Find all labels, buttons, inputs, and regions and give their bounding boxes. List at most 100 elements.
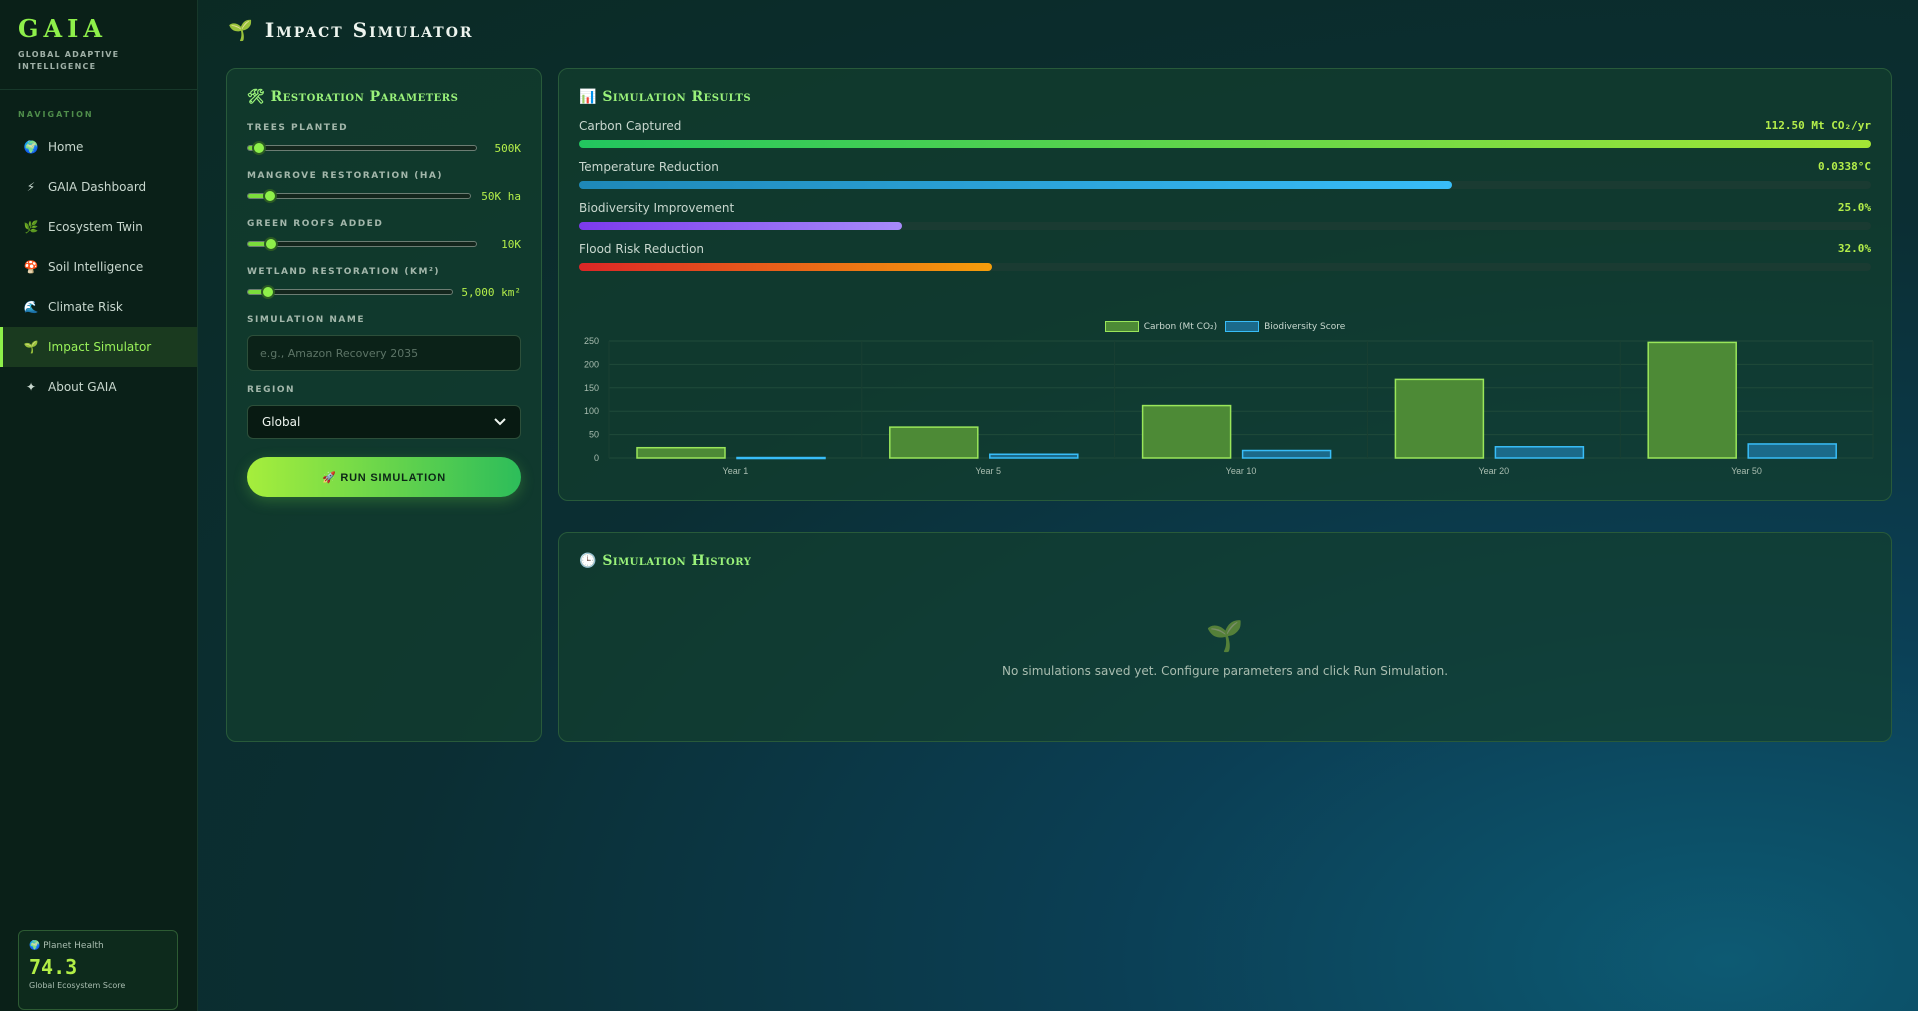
slider-value: 5,000 km² <box>461 285 521 299</box>
sidebar: GAIA GLOBAL ADAPTIVE INTELLIGENCE NAVIGA… <box>0 0 198 1011</box>
metric-row: Temperature Reduction 0.0338°C <box>579 160 1871 189</box>
page-title: 🌱 Impact Simulator <box>228 18 474 42</box>
bar-carbon <box>1647 341 1737 459</box>
slider-track[interactable] <box>247 141 477 155</box>
x-tick-label: Year 1 <box>723 466 749 476</box>
slider-label: Trees Planted <box>247 123 349 133</box>
y-tick-label: 250 <box>584 336 599 346</box>
planet-health-card: 🌍 Planet Health 74.3 Global Ecosystem Sc… <box>18 930 178 1010</box>
simulation-history-card: 🕒 Simulation History 🌱 No simulations sa… <box>558 532 1892 742</box>
metric-label: Carbon Captured <box>579 119 682 133</box>
metric-bar-track <box>579 222 1871 230</box>
chart-legend: Carbon (Mt CO₂) Biodiversity Score <box>559 321 1891 332</box>
bar-biodiversity <box>1494 446 1585 459</box>
metric-list: Carbon Captured 112.50 Mt CO₂/yr Temperatu… <box>579 119 1871 271</box>
seedling-icon: 🌱 <box>1206 619 1244 654</box>
card-title: 🕒 Simulation History <box>579 553 752 569</box>
sidebar-item-home[interactable]: 🌍 Home <box>0 127 197 167</box>
sidebar-item-soil-intelligence[interactable]: 🍄 Soil Intelligence <box>0 247 197 287</box>
sidebar-item-label: Climate Risk <box>48 300 123 314</box>
metric-bar-track <box>579 263 1871 271</box>
x-tick-label: Year 10 <box>1226 466 1257 476</box>
sidebar-item-label: Ecosystem Twin <box>48 220 143 234</box>
globe-icon: 🌍 <box>23 140 39 154</box>
slider-group: Mangrove Restoration (ha) 50K ha <box>247 171 521 205</box>
slider-group: Wetland Restoration (km²) 5,000 km² <box>247 267 521 301</box>
y-tick-label: 200 <box>584 359 599 369</box>
bar-biodiversity <box>989 453 1079 459</box>
sidebar-item-label: Home <box>48 140 84 154</box>
sidebar-item-label: GAIA Dashboard <box>48 180 147 194</box>
seedling-icon: 🌱 <box>23 340 39 354</box>
metric-bar-track <box>579 140 1871 148</box>
region-group: Region Global <box>247 385 521 439</box>
region-value: Global <box>262 415 301 429</box>
sidebar-item-impact-simulator[interactable]: 🌱 Impact Simulator <box>0 327 197 367</box>
planet-health-value: 74.3 <box>29 955 78 979</box>
slider-thumb[interactable] <box>261 285 276 299</box>
metric-head: Flood Risk Reduction 32.0% <box>579 242 1871 256</box>
planet-health-sub: Global Ecosystem Score <box>29 981 126 990</box>
metric-bar-fill <box>579 140 1871 148</box>
sidebar-item-gaia-dashboard[interactable]: ⚡ GAIA Dashboard <box>0 167 197 207</box>
region-select[interactable]: Global <box>247 405 521 439</box>
restoration-parameters-card: 🛠 Restoration Parameters Trees Planted 50… <box>226 68 542 742</box>
metric-row: Flood Risk Reduction 32.0% <box>579 242 1871 271</box>
metric-bar-fill <box>579 222 902 230</box>
mushroom-icon: 🍄 <box>23 260 39 274</box>
metric-bar-fill <box>579 181 1453 189</box>
legend-swatch <box>1225 321 1260 332</box>
clock-icon: 🕒 <box>579 553 597 569</box>
slider-label: Green Roofs Added <box>247 219 384 229</box>
metric-value: 25.0% <box>1837 201 1871 214</box>
empty-state: 🌱 No simulations saved yet. Configure pa… <box>579 619 1871 678</box>
simulation-name-group: Simulation Name <box>247 315 521 371</box>
tools-icon: 🛠 <box>247 89 266 105</box>
metric-label: Temperature Reduction <box>579 160 719 174</box>
card-title: 📊 Simulation Results <box>579 89 752 105</box>
x-tick-label: Year 5 <box>975 466 1001 476</box>
sidebar-item-label: Soil Intelligence <box>48 260 144 274</box>
slider-group: Green Roofs Added 10K <box>247 219 521 253</box>
slider-value: 10K <box>501 237 521 251</box>
globe-icon: 🌍 <box>29 941 41 951</box>
sidebar-item-label: Impact Simulator <box>48 340 152 354</box>
sidebar-item-ecosystem-twin[interactable]: 🌿 Ecosystem Twin <box>0 207 197 247</box>
slider-list: Trees Planted 500K Mangrove Restoration (h… <box>247 123 521 301</box>
slider-thumb[interactable] <box>263 189 278 203</box>
legend-item[interactable]: Biodiversity Score <box>1225 321 1345 332</box>
sidebar-item-climate-risk[interactable]: 🌊 Climate Risk <box>0 287 197 327</box>
chart-icon: 📊 <box>579 89 597 105</box>
simulation-name-label: Simulation Name <box>247 315 366 325</box>
bar-carbon <box>636 446 726 459</box>
sidebar-item-about-gaia[interactable]: ✦ About GAIA <box>0 367 197 407</box>
brand: GAIA GLOBAL ADAPTIVE INTELLIGENCE <box>0 0 197 90</box>
brand-subtitle: GLOBAL ADAPTIVE INTELLIGENCE <box>18 50 120 71</box>
slider-track[interactable] <box>247 285 453 299</box>
slider-row: 5,000 km² <box>247 283 521 301</box>
nav-list: 🌍 Home ⚡ GAIA Dashboard 🌿 Ecosystem Twin 🍄 Soil… <box>0 127 197 407</box>
legend-swatch <box>1104 321 1139 332</box>
brand-title[interactable]: GAIA <box>18 14 179 43</box>
simulation-name-input[interactable] <box>247 335 521 371</box>
metric-bar-track <box>579 181 1871 189</box>
slider-thumb[interactable] <box>252 141 267 155</box>
planet-health-label: 🌍 Planet Health <box>29 941 104 951</box>
legend-item[interactable]: Carbon (Mt CO₂) <box>1104 321 1217 332</box>
run-simulation-button[interactable]: 🚀 RUN SIMULATION <box>247 457 521 497</box>
bar-biodiversity <box>1241 449 1332 459</box>
metric-value: 112.50 Mt CO₂/yr <box>1765 119 1871 132</box>
region-label: Region <box>247 385 295 395</box>
bar-carbon <box>889 426 979 459</box>
slider-track[interactable] <box>247 237 477 251</box>
metric-head: Carbon Captured 112.50 Mt CO₂/yr <box>579 119 1871 133</box>
x-tick-label: Year 50 <box>1731 466 1762 476</box>
seedling-icon: 🌱 <box>228 18 255 42</box>
slider-track[interactable] <box>247 189 471 203</box>
sidebar-item-label: About GAIA <box>48 380 117 394</box>
metric-label: Flood Risk Reduction <box>579 242 705 256</box>
metric-value: 32.0% <box>1837 242 1871 255</box>
lightning-icon: ⚡ <box>26 180 36 194</box>
slider-thumb[interactable] <box>263 237 278 251</box>
slider-value: 500K <box>494 141 522 155</box>
